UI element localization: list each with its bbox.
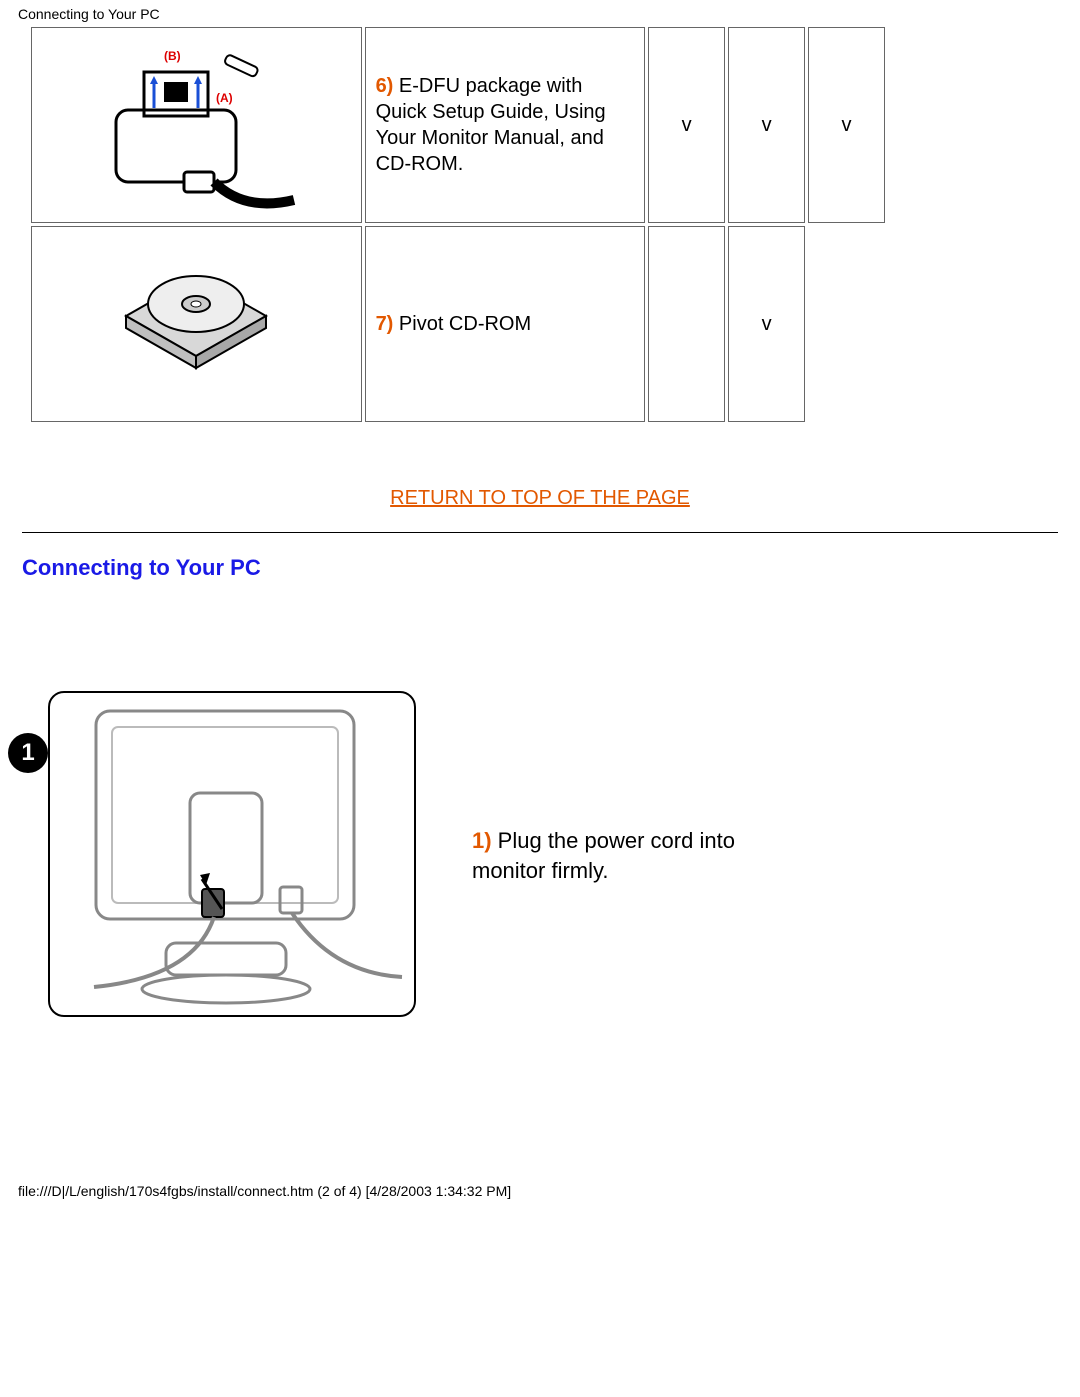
accessory-image-cell (31, 226, 362, 422)
accessory-image-cell: (A) (B) (31, 27, 362, 223)
package-plug-icon: (A) (B) (86, 32, 306, 212)
page-footer: file:///D|/L/english/170s4fgbs/install/c… (0, 1181, 1080, 1209)
check-col-2: v (728, 27, 805, 223)
monitor-back-illustration (48, 691, 416, 1017)
item-number: 7) (376, 313, 394, 335)
check-col-1 (648, 226, 725, 422)
step-desc: Plug the power cord into monitor firmly. (472, 828, 735, 883)
table-row: (A) (B) 6) E-DFU package with Quick Setu… (31, 27, 885, 223)
item-desc: Pivot CD-ROM (393, 313, 531, 335)
label-a: (A) (216, 91, 233, 105)
accessory-desc-cell: 6) E-DFU package with Quick Setup Guide,… (365, 27, 646, 223)
accessory-table: (A) (B) 6) E-DFU package with Quick Setu… (28, 24, 888, 425)
section-title: Connecting to Your PC (22, 555, 1058, 581)
item-desc: E-DFU package with Quick Setup Guide, Us… (376, 75, 606, 175)
return-to-top-link[interactable]: RETURN TO TOP OF THE PAGE (390, 487, 690, 509)
step-number: 1) (472, 828, 492, 853)
step-row: 1 1) Plug the power cord into monitor fi… (22, 691, 1058, 1021)
return-to-top-container: RETURN TO TOP OF THE PAGE (22, 487, 1058, 510)
step-image-container: 1 (22, 691, 422, 1021)
cdrom-icon (106, 256, 286, 386)
check-col-3-empty (808, 226, 885, 422)
check-col-1: v (648, 27, 725, 223)
step-number-badge: 1 (8, 733, 48, 773)
page-header: Connecting to Your PC (0, 0, 1080, 24)
label-b: (B) (164, 49, 181, 63)
accessory-desc-cell: 7) Pivot CD-ROM (365, 226, 646, 422)
divider (22, 532, 1058, 533)
item-number: 6) (376, 75, 394, 97)
check-col-2: v (728, 226, 805, 422)
check-col-3: v (808, 27, 885, 223)
monitor-back-icon (50, 693, 414, 1015)
step-text: 1) Plug the power cord into monitor firm… (472, 826, 772, 885)
table-row: 7) Pivot CD-ROM v (31, 226, 885, 422)
